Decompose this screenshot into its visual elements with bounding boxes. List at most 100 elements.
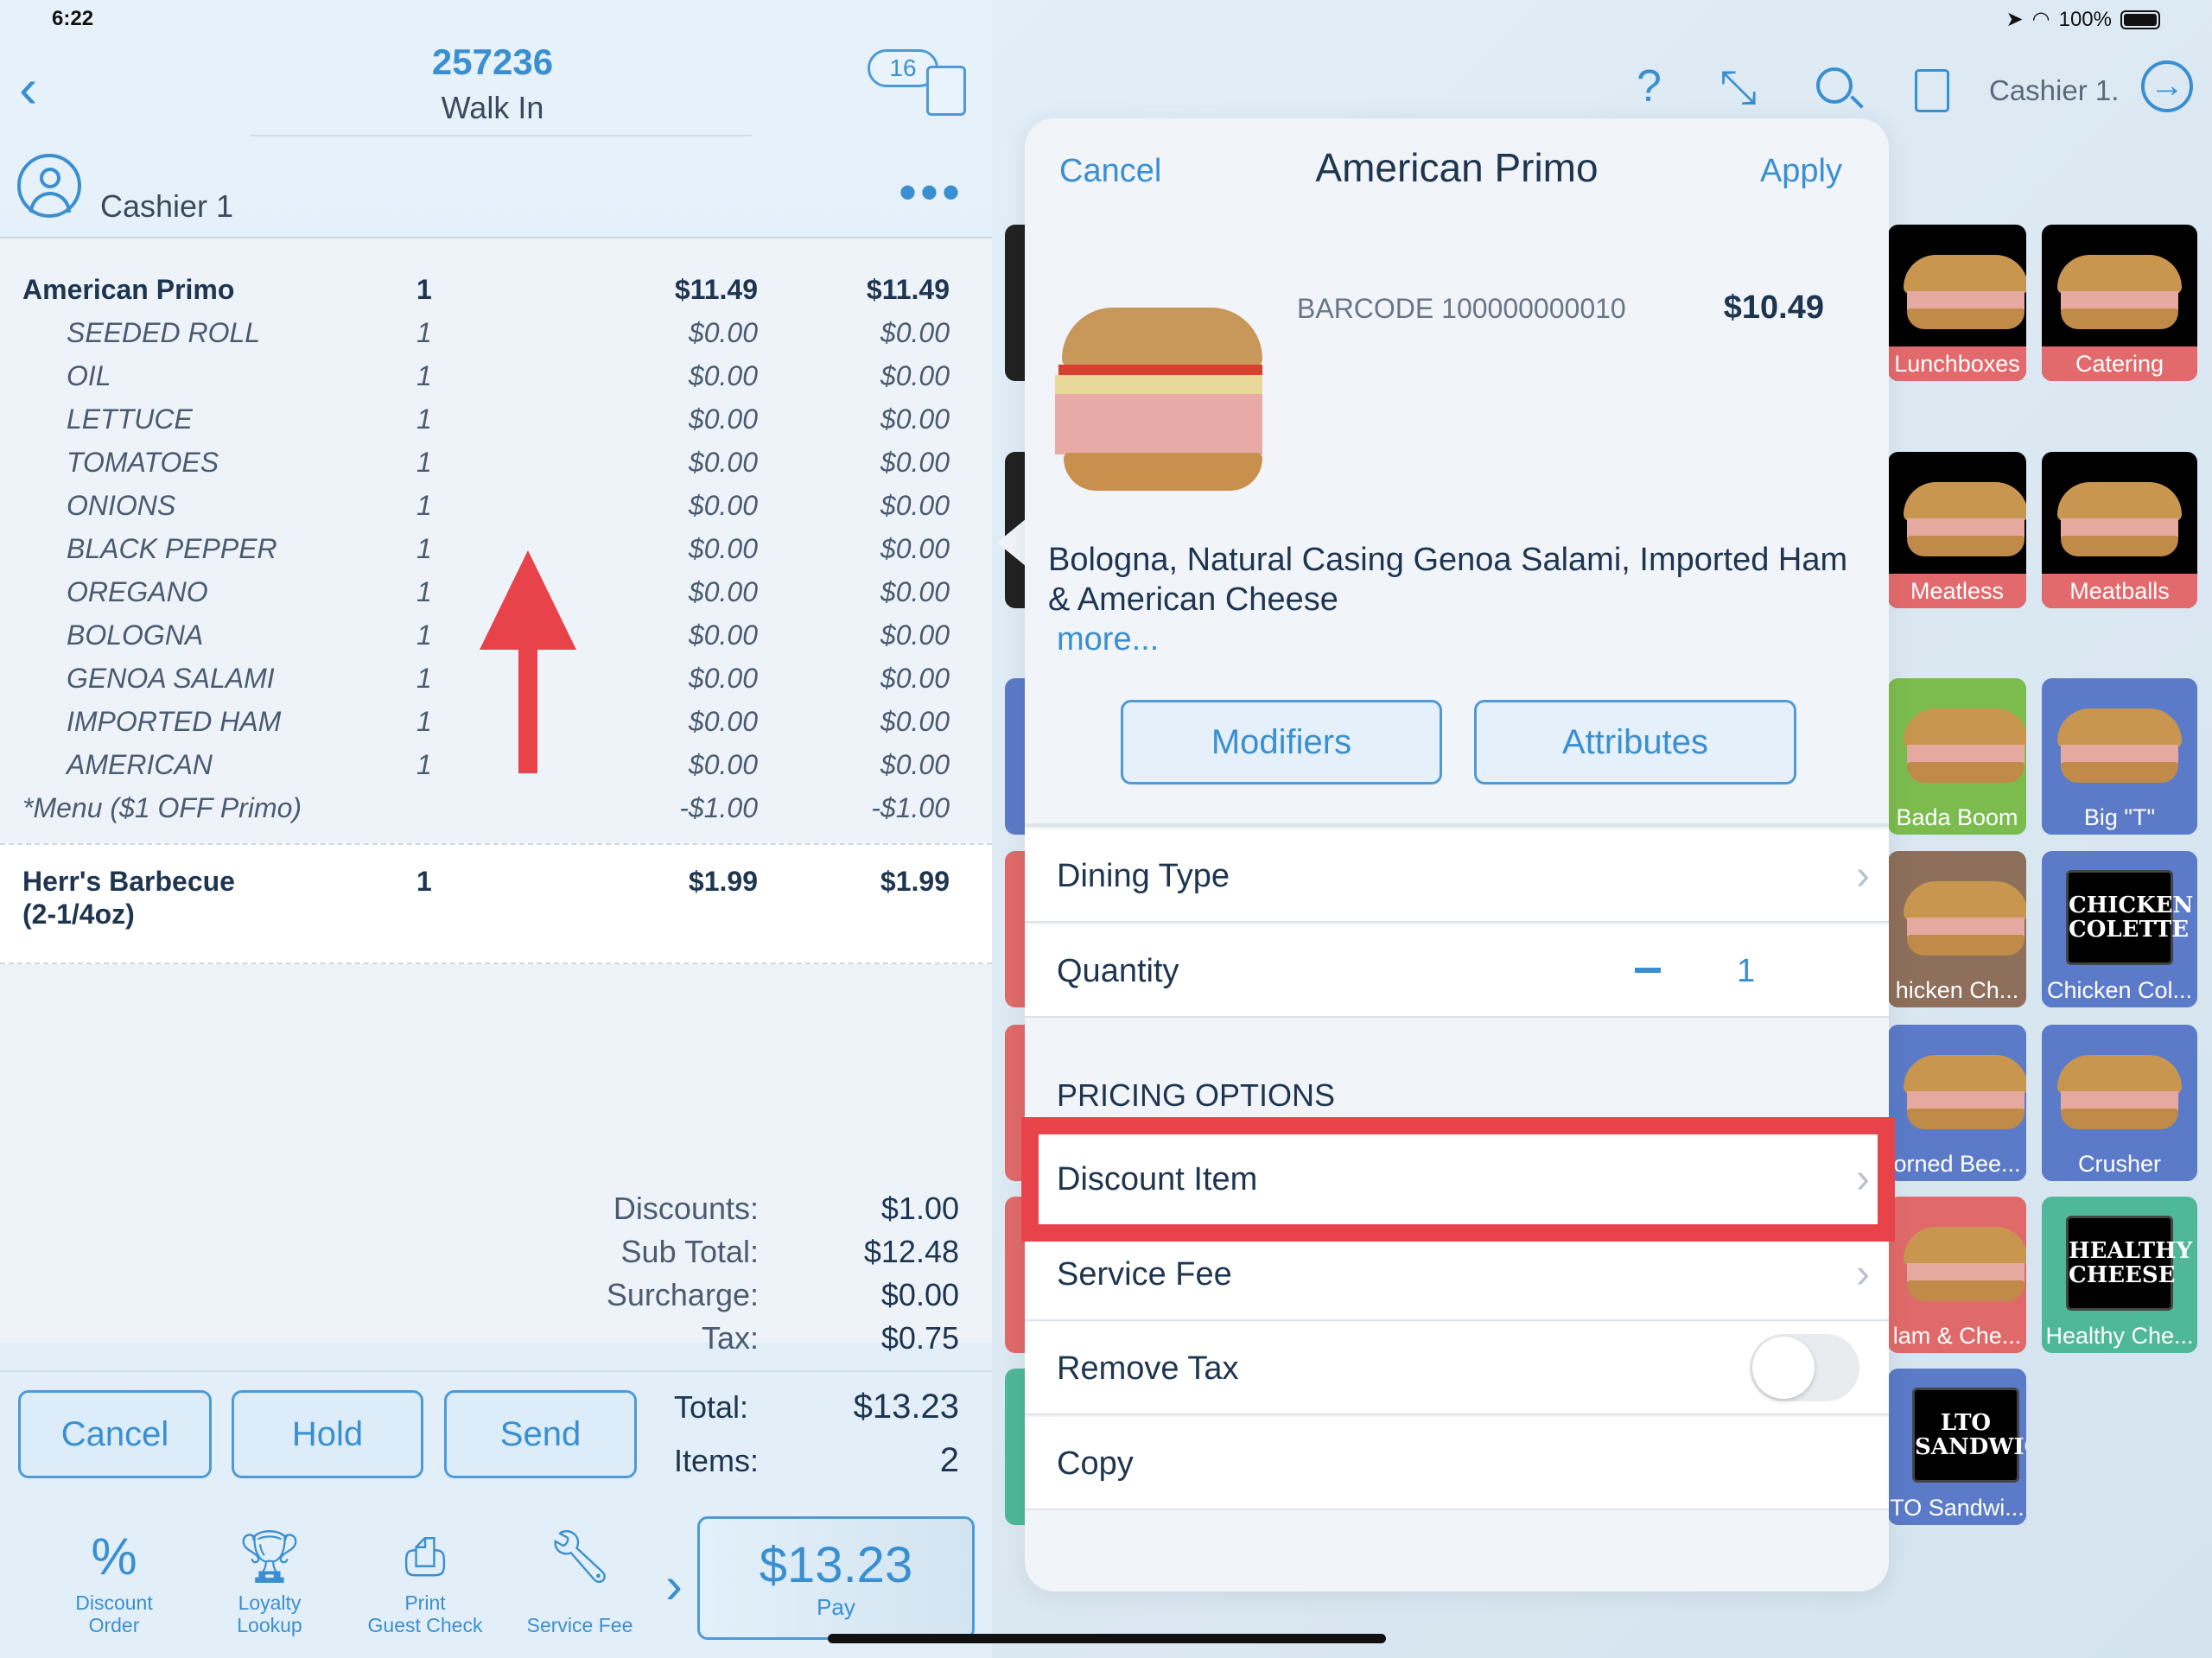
menu-tile[interactable]: hicken Ch... [1888,851,2026,1007]
tile-label: lam & Che... [1888,1318,2026,1353]
tile-label: Crusher [2042,1147,2197,1181]
item-qty: 1 [416,447,432,478]
tile-label: Healthy Che... [2042,1318,2197,1353]
menu-tile[interactable]: Catering [2042,225,2197,381]
item-name: *Menu ($1 OFF Primo) [22,792,302,823]
tool-label-line2: Lookup [237,1614,302,1636]
tool-label-line1: Discount [75,1591,153,1614]
remove-tax-row: Remove Tax [1025,1322,1889,1415]
sandwich-image [1904,881,2026,959]
wifi-icon: ◠ [2031,8,2050,31]
popover-arrow [997,518,1027,567]
pay-button[interactable]: $13.23 Pay [697,1516,975,1640]
item-qty: 1 [416,274,432,305]
apply-button[interactable]: Apply [1760,153,1842,190]
hold-button[interactable]: Hold [232,1390,423,1478]
modifier-row[interactable]: ONIONS 1 $0.00 $0.00 [0,484,992,527]
tool-wrench-coins-button[interactable]: 🔧︎ Service Fee [502,1522,658,1636]
item-name: SEEDED ROLL [67,317,261,348]
tool-label-line2: Guest Check [367,1614,483,1636]
attributes-button[interactable]: Attributes [1474,700,1796,785]
tile-label: Meatless [1888,574,2026,608]
item-qty: 1 [416,360,432,391]
order-item-row[interactable]: American Primo 1 $11.49 $11.49 [0,268,992,311]
avatar[interactable] [17,154,81,218]
copy-row[interactable]: Copy [1025,1417,1889,1510]
discount-row[interactable]: *Menu ($1 OFF Primo) -$1.00 -$1.00 [0,786,992,829]
item-price: $0.00 [688,706,758,737]
tool-printer-button[interactable]: ⎙ Print Guest Check [347,1522,503,1636]
quantity-decrement-button[interactable] [1635,968,1661,973]
item-total: $0.00 [880,403,950,435]
summary-value: $12.48 [863,1234,959,1269]
order-item-row[interactable]: Herr's Barbecue (2-1/4oz) 1 $1.99 $1.99 [0,843,992,964]
summary-label: Tax: [701,1320,759,1356]
service-fee-row[interactable]: Service Fee › [1025,1228,1889,1321]
menu-tile[interactable]: Crusher [2042,1025,2197,1181]
item-total: $0.00 [880,619,950,651]
quantity-value[interactable]: 1 [1737,924,1755,1018]
item-image [1055,308,1264,494]
summary-value: $0.75 [880,1320,959,1356]
service-fee-label: Service Fee [1057,1256,1232,1293]
summary-value: $1.00 [880,1191,959,1226]
item-total: $0.00 [880,533,950,564]
send-button[interactable]: Send [444,1390,637,1478]
menu-tile[interactable]: HEALTHY CHEESE Healthy Che... [2042,1197,2197,1353]
order-item-list[interactable]: American Primo 1 $11.49 $11.49 SEEDED ROL… [0,237,992,1343]
modifier-row[interactable]: LETTUCE 1 $0.00 $0.00 [0,397,992,441]
item-total: -$1.00 [871,792,950,823]
tile-label: Big "T" [2042,800,2197,835]
menu-tile[interactable]: CHICKEN COLETTE Chicken Col... [2042,851,2197,1007]
remove-tax-toggle[interactable] [1750,1334,1859,1401]
menu-tile[interactable]: orned Bee... [1888,1025,2026,1181]
item-price: $0.00 [688,533,758,564]
status-time: 6:22 [52,7,94,30]
tile-label: Catering [2042,346,2197,381]
more-link[interactable]: more... [1057,621,1159,658]
document-icon[interactable] [1915,69,1949,112]
tool-trophy-button[interactable]: 🏆︎ Loyalty Lookup [192,1522,347,1636]
menu-tile[interactable]: Lunchboxes [1888,225,2026,381]
help-icon[interactable]: ? [1637,60,1662,112]
barcode: BARCODE 100000000010 [1297,293,1626,324]
top-user-name[interactable]: Cashier 1. [1989,74,2119,107]
home-indicator [828,1634,1386,1643]
more-options-icon[interactable]: ••• [899,162,963,222]
menu-tile[interactable]: LTOSANDWICH TO Sandwi... [1888,1369,2026,1525]
tool-label-line2: Order [88,1614,140,1636]
item-price: $11.49 [674,274,758,305]
dining-type-row[interactable]: Dining Type › [1025,829,1889,923]
item-qty: 1 [416,706,432,737]
menu-tile[interactable]: Bada Boom [1888,678,2026,835]
sandwich-image [2057,255,2182,333]
item-qty: 1 [416,576,432,607]
order-type[interactable]: Walk In [0,90,985,126]
modifiers-button[interactable]: Modifiers [1121,700,1442,785]
menu-tile[interactable]: Meatless [1888,452,2026,608]
menu-tile[interactable]: lam & Che... [1888,1197,2026,1353]
item-total: $0.00 [880,663,950,694]
chevron-right-icon[interactable]: › [665,1555,683,1615]
logout-icon[interactable]: → [2141,60,2193,112]
menu-tile[interactable]: Big "T" [2042,678,2197,835]
menu-tile[interactable]: Meatballs [2042,452,2197,608]
items-label: Items: [674,1443,760,1478]
search-icon[interactable] [1816,67,1864,109]
tile-label: Lunchboxes [1888,346,2026,381]
cancel-order-button[interactable]: Cancel [18,1390,212,1478]
item-total: $0.00 [880,490,950,521]
modifier-row[interactable]: SEEDED ROLL 1 $0.00 $0.00 [0,311,992,354]
tool-percent-button[interactable]: % Discount Order [36,1522,192,1636]
resize-icon[interactable]: ⤡ [1719,60,1757,115]
ticket-list-icon[interactable] [926,66,966,116]
item-name: OREGANO [67,576,208,607]
item-name-line2: (2-1/4oz) [22,899,135,930]
tool-label-line1 [502,1591,658,1614]
tile-logo: HEALTHY CHEESE [2066,1216,2192,1311]
item-total: $0.00 [880,749,950,780]
item-name: OIL [67,360,111,391]
modifier-row[interactable]: OIL 1 $0.00 $0.00 [0,354,992,397]
item-price: $0.00 [688,619,758,651]
modifier-row[interactable]: TOMATOES 1 $0.00 $0.00 [0,441,992,484]
